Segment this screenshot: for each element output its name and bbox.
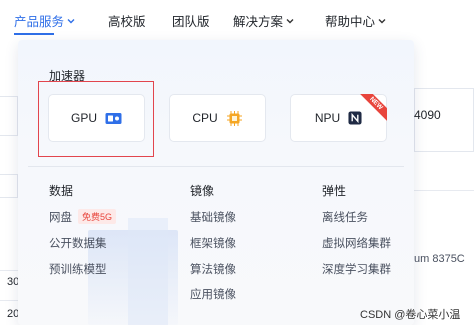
new-ribbon-text: NEW	[359, 94, 387, 122]
column-heading-elastic: 弹性	[322, 184, 347, 198]
chevron-down-icon	[67, 18, 75, 23]
column-heading-images: 镜像	[190, 184, 215, 198]
column-heading-data: 数据	[49, 184, 74, 198]
nav-help-label: 帮助中心	[325, 15, 376, 29]
nav-products-label: 产品服务	[14, 15, 65, 29]
nav-products[interactable]: 产品服务	[14, 11, 75, 30]
menu-item-pretrained-models[interactable]: 预训练模型	[49, 261, 107, 277]
nav-university[interactable]: 高校版	[108, 11, 146, 30]
chevron-down-icon	[286, 18, 294, 23]
background-divider	[414, 190, 474, 191]
menu-item-virtual-network-cluster[interactable]: 虚拟网络集群	[322, 235, 391, 251]
cpu-chip-icon	[226, 110, 242, 126]
top-nav: 产品服务 高校版 团队版 解决方案 帮助中心	[0, 0, 474, 38]
nav-active-underline	[14, 33, 54, 35]
menu-item-framework-image[interactable]: 框架镜像	[190, 235, 236, 251]
background-gpu-model: 4090	[414, 108, 441, 122]
menu-item-label: 网盘	[49, 212, 72, 224]
menu-item-netdisk[interactable]: 网盘 免费5G	[49, 209, 117, 225]
nav-solutions-label: 解决方案	[233, 15, 284, 29]
menu-item-base-image[interactable]: 基础镜像	[190, 209, 236, 225]
menu-item-public-datasets[interactable]: 公开数据集	[49, 235, 107, 251]
menu-item-deep-learning-cluster[interactable]: 深度学习集群	[322, 261, 391, 277]
menu-item-offline-tasks[interactable]: 离线任务	[322, 209, 368, 225]
background-divider	[0, 270, 18, 271]
accelerator-card-cpu[interactable]: CPU	[169, 94, 266, 142]
new-ribbon: NEW	[359, 94, 387, 122]
card-label: CPU	[192, 111, 218, 125]
free-badge: 免费5G	[78, 209, 117, 224]
card-label: NPU	[314, 111, 341, 125]
nav-university-label: 高校版	[108, 15, 146, 29]
nav-team[interactable]: 团队版	[172, 11, 210, 30]
decorative-shape	[128, 218, 168, 325]
background-left-card	[0, 174, 18, 198]
background-left-card	[0, 96, 18, 136]
nav-team-label: 团队版	[172, 15, 210, 29]
nav-solutions[interactable]: 解决方案	[233, 11, 294, 30]
menu-item-application-image[interactable]: 应用镜像	[190, 286, 236, 302]
chevron-down-icon	[378, 18, 386, 23]
watermark: CSDN @卷心菜小温	[360, 309, 461, 321]
accelerator-card-npu[interactable]: NPU NEW	[290, 94, 387, 142]
menu-item-algorithm-image[interactable]: 算法镜像	[190, 261, 236, 277]
section-divider	[28, 166, 404, 167]
highlight-box	[38, 81, 154, 157]
nav-help[interactable]: 帮助中心	[325, 11, 386, 30]
background-cpu-model: um 8375C	[414, 253, 465, 265]
background-divider	[0, 300, 18, 301]
